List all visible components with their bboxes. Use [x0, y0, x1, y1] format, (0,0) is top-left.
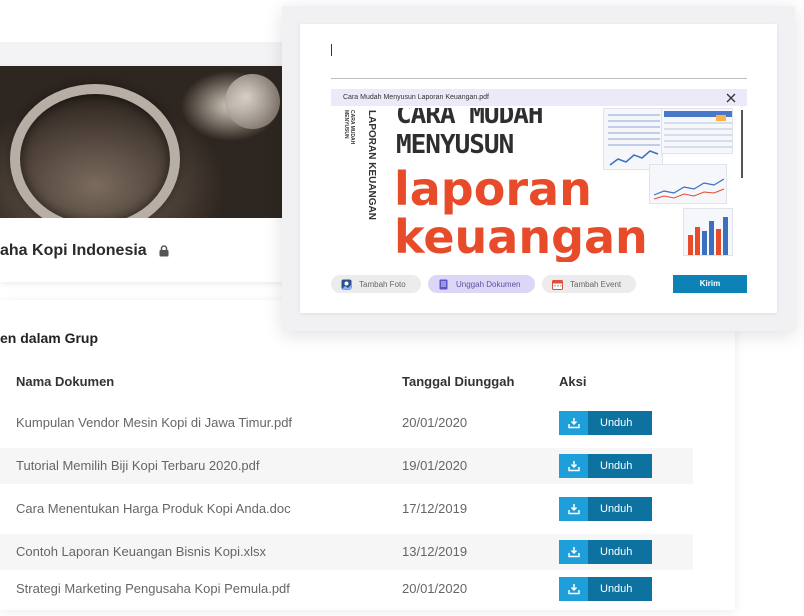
- group-title-row: aha Kopi Indonesia: [0, 238, 169, 264]
- download-button[interactable]: Unduh: [559, 411, 652, 435]
- download-label: Unduh: [588, 454, 652, 478]
- add-event-button[interactable]: Tambah Event: [542, 275, 636, 293]
- add-photo-button[interactable]: Tambah Foto: [331, 275, 421, 293]
- spine-main-text: LAPORAN KEUANGAN: [366, 110, 377, 220]
- cover-line-4: keuangan: [394, 210, 648, 262]
- cover-line-1: CARA MUDAH: [396, 108, 544, 130]
- download-icon: [559, 497, 588, 521]
- post-composer-panel: Cara Mudah Menyusun Laporan Keuangan.pdf…: [282, 6, 795, 331]
- download-icon: [559, 540, 588, 564]
- document-name[interactable]: Contoh Laporan Keuangan Bisnis Kopi.xlsx: [16, 534, 266, 570]
- book-spine: CARA MUDAH MENYUSUN LAPORAN KEUANGAN: [339, 110, 391, 260]
- document-name[interactable]: Tutorial Memilih Biji Kopi Terbaru 2020.…: [16, 448, 260, 484]
- document-icon: [438, 279, 449, 290]
- close-icon[interactable]: [725, 91, 737, 103]
- download-label: Unduh: [588, 411, 652, 435]
- cover-spreadsheet-graphic: [603, 108, 663, 170]
- group-header-card: aha Kopi Indonesia: [0, 66, 290, 282]
- background-strip: [0, 42, 290, 68]
- table-row: Contoh Laporan Keuangan Bisnis Kopi.xlsx…: [0, 534, 693, 570]
- cover-table-graphic: [661, 108, 733, 154]
- attachment-file-name: Cara Mudah Menyusun Laporan Keuangan.pdf: [343, 94, 489, 101]
- post-composer: Cara Mudah Menyusun Laporan Keuangan.pdf…: [300, 24, 777, 313]
- table-row: Cara Menentukan Harga Produk Kopi Anda.d…: [0, 491, 693, 527]
- lock-icon: [159, 245, 169, 257]
- download-icon: [559, 577, 588, 601]
- send-button[interactable]: Kirim: [673, 275, 747, 293]
- table-row: Kumpulan Vendor Mesin Kopi di Jawa Timur…: [0, 405, 693, 441]
- column-header-action: Aksi: [559, 374, 587, 389]
- add-photo-label: Tambah Foto: [359, 279, 406, 289]
- column-header-date: Tanggal Diunggah: [402, 374, 515, 389]
- cover-bar-chart-graphic: [683, 208, 733, 256]
- group-name: aha Kopi Indonesia: [0, 242, 147, 259]
- upload-document-label: Unggah Dokumen: [456, 279, 521, 289]
- upload-date: 13/12/2019: [402, 544, 468, 559]
- upload-date: 17/12/2019: [402, 501, 468, 516]
- download-icon: [559, 454, 588, 478]
- cover-line-3: laporan: [394, 162, 592, 216]
- attachment-bar: Cara Mudah Menyusun Laporan Keuangan.pdf: [331, 89, 747, 106]
- download-icon: [559, 411, 588, 435]
- document-name[interactable]: Kumpulan Vendor Mesin Kopi di Jawa Timur…: [16, 405, 292, 441]
- preview-scrollbar[interactable]: [741, 110, 743, 178]
- upload-date: 20/01/2020: [402, 581, 468, 596]
- download-label: Unduh: [588, 497, 652, 521]
- cover-line-2: MENYUSUN: [396, 130, 514, 160]
- download-label: Unduh: [588, 540, 652, 564]
- document-name[interactable]: Cara Menentukan Harga Produk Kopi Anda.d…: [16, 491, 291, 527]
- table-row: Strategi Marketing Pengusaha Kopi Pemula…: [0, 571, 693, 607]
- cover-line-chart-graphic: [649, 164, 727, 204]
- document-preview: CARA MUDAH MENYUSUN LAPORAN KEUANGAN CAR…: [331, 108, 741, 262]
- composer-divider: [331, 78, 747, 79]
- download-button[interactable]: Unduh: [559, 454, 652, 478]
- upload-date: 20/01/2020: [402, 415, 468, 430]
- download-button[interactable]: Unduh: [559, 497, 652, 521]
- table-row: Tutorial Memilih Biji Kopi Terbaru 2020.…: [0, 448, 693, 484]
- documents-title: en dalam Grup: [0, 330, 99, 346]
- spine-sub-text: MENYUSUN: [343, 110, 349, 139]
- spine-top-text: CARA MUDAH: [349, 110, 355, 145]
- post-text-input[interactable]: [331, 44, 332, 56]
- add-event-label: Tambah Event: [570, 279, 622, 289]
- download-label: Unduh: [588, 577, 652, 601]
- calendar-icon: [552, 279, 563, 290]
- document-name[interactable]: Strategi Marketing Pengusaha Kopi Pemula…: [16, 571, 290, 607]
- photo-icon: [341, 279, 352, 290]
- upload-document-button[interactable]: Unggah Dokumen: [428, 275, 535, 293]
- group-cover-image: [0, 66, 290, 218]
- column-header-name: Nama Dokumen: [16, 374, 115, 389]
- upload-date: 19/01/2020: [402, 458, 468, 473]
- documents-card: en dalam Grup Nama Dokumen Tanggal Diung…: [0, 300, 735, 610]
- download-button[interactable]: Unduh: [559, 577, 652, 601]
- download-button[interactable]: Unduh: [559, 540, 652, 564]
